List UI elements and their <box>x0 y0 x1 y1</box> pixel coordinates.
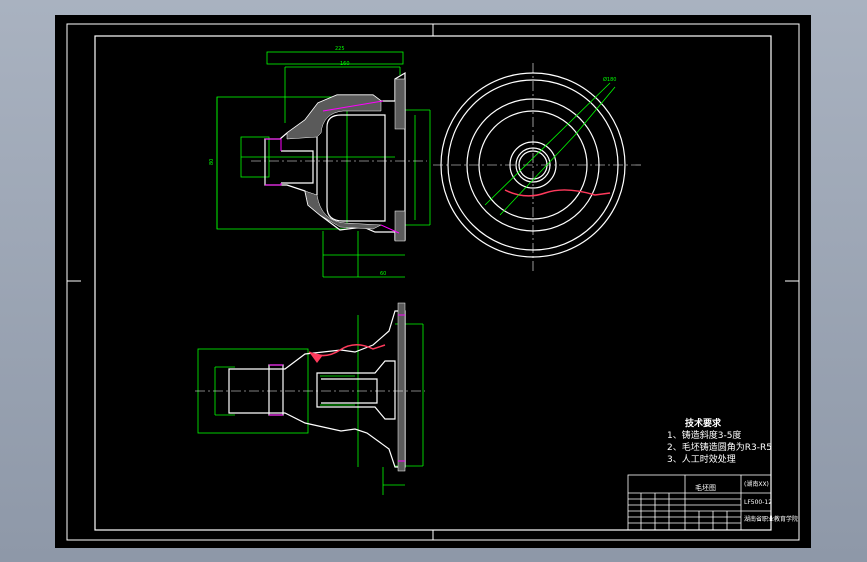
drawing-canvas: 225 160 80 60 Ø180 <box>66 23 800 541</box>
cad-viewport[interactable]: 225 160 80 60 Ø180 技术要求 1、铸造斜度3-5度 2、毛坯铸… <box>55 15 811 548</box>
organization: 湖南省职业教育学院 <box>744 516 799 523</box>
technical-notes: 技术要求 1、铸造斜度3-5度 2、毛坯铸造圆角为R3-R5 3、人工时效处理 <box>667 418 772 466</box>
side-machining-allowance <box>269 314 405 462</box>
front-hatch <box>286 78 406 242</box>
svg-text:Ø180: Ø180 <box>603 76 616 83</box>
svg-text:60: 60 <box>380 271 386 277</box>
note-item: 2、毛坯铸造圆角为R3-R5 <box>667 443 772 453</box>
drawing-number: LF500-12 <box>744 499 773 506</box>
svg-text:80: 80 <box>209 159 215 165</box>
front-dim-numbers: 225 160 80 60 <box>209 46 386 277</box>
side-break-line <box>308 344 386 357</box>
side-dimensions <box>197 315 424 495</box>
end-view: Ø180 <box>433 63 643 273</box>
side-outline <box>228 310 406 468</box>
svg-text:225: 225 <box>335 46 345 52</box>
school-name: (湖南XX) <box>744 481 769 488</box>
side-break-hatch <box>309 352 323 363</box>
end-diameter-leader <box>484 82 611 206</box>
notes-heading: 技术要求 <box>685 419 722 429</box>
front-section-view: 225 160 80 60 <box>209 46 431 278</box>
note-item: 1、铸造斜度3-5度 <box>667 431 742 441</box>
side-hatch <box>397 302 406 472</box>
note-item: 3、人工时效处理 <box>667 455 736 465</box>
svg-text:160: 160 <box>340 61 350 67</box>
side-section-view <box>195 302 425 495</box>
part-name: 毛坯图 <box>695 484 716 492</box>
